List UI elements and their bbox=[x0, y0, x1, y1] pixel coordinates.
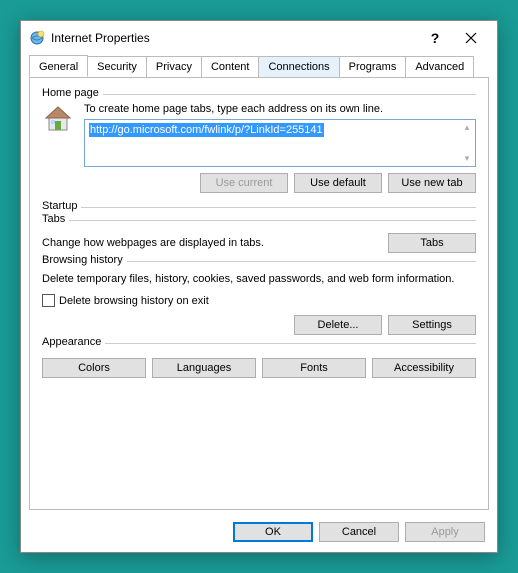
delete-button[interactable]: Delete... bbox=[294, 315, 382, 335]
general-panel: Home page To create home page tabs, type… bbox=[29, 77, 489, 510]
cancel-button[interactable]: Cancel bbox=[319, 522, 399, 542]
delete-on-exit-checkbox[interactable] bbox=[42, 294, 55, 307]
apply-button: Apply bbox=[405, 522, 485, 542]
close-button[interactable] bbox=[453, 32, 489, 44]
homepage-legend: Home page bbox=[42, 87, 103, 99]
tabs-group: Tabs Change how webpages are displayed i… bbox=[42, 220, 476, 253]
homepage-url-input[interactable]: http://go.microsoft.com/fwlink/p/?LinkId… bbox=[84, 119, 476, 167]
scroll-down-icon[interactable]: ▾ bbox=[465, 153, 470, 164]
url-scrollbar[interactable]: ▴ ▾ bbox=[459, 120, 475, 166]
dialog-footer: OK Cancel Apply bbox=[21, 516, 497, 552]
tab-advanced[interactable]: Advanced bbox=[405, 56, 474, 78]
scroll-up-icon[interactable]: ▴ bbox=[465, 122, 470, 133]
tab-privacy[interactable]: Privacy bbox=[146, 56, 202, 78]
tab-programs[interactable]: Programs bbox=[339, 56, 407, 78]
use-new-tab-button[interactable]: Use new tab bbox=[388, 173, 476, 193]
startup-group: Startup bbox=[42, 207, 476, 212]
use-default-button[interactable]: Use default bbox=[294, 173, 382, 193]
languages-button[interactable]: Languages bbox=[152, 358, 256, 378]
history-settings-button[interactable]: Settings bbox=[388, 315, 476, 335]
tab-strip: General Security Privacy Content Connect… bbox=[21, 55, 497, 77]
browsing-history-group: Browsing history Delete temporary files,… bbox=[42, 261, 476, 335]
help-button[interactable]: ? bbox=[417, 30, 453, 46]
house-icon bbox=[42, 103, 74, 138]
internet-properties-window: Internet Properties ? General Security P… bbox=[20, 20, 498, 553]
colors-button[interactable]: Colors bbox=[42, 358, 146, 378]
history-legend: Browsing history bbox=[42, 254, 127, 266]
history-desc: Delete temporary files, history, cookies… bbox=[42, 272, 476, 286]
use-current-button: Use current bbox=[200, 173, 288, 193]
accessibility-button[interactable]: Accessibility bbox=[372, 358, 476, 378]
ok-button[interactable]: OK bbox=[233, 522, 313, 542]
window-title: Internet Properties bbox=[51, 31, 417, 45]
tabs-desc: Change how webpages are displayed in tab… bbox=[42, 237, 380, 249]
homepage-group: Home page To create home page tabs, type… bbox=[42, 94, 476, 193]
homepage-url-text: http://go.microsoft.com/fwlink/p/?LinkId… bbox=[89, 123, 324, 137]
titlebar: Internet Properties ? bbox=[21, 21, 497, 53]
appearance-group: Appearance Colors Languages Fonts Access… bbox=[42, 343, 476, 378]
tab-content[interactable]: Content bbox=[201, 56, 260, 78]
fonts-button[interactable]: Fonts bbox=[262, 358, 366, 378]
tabs-legend: Tabs bbox=[42, 213, 69, 225]
delete-on-exit-label: Delete browsing history on exit bbox=[59, 295, 209, 307]
appearance-legend: Appearance bbox=[42, 336, 105, 348]
tab-connections[interactable]: Connections bbox=[258, 56, 339, 78]
startup-legend: Startup bbox=[42, 200, 81, 212]
tab-security[interactable]: Security bbox=[87, 56, 147, 78]
internet-options-icon bbox=[29, 30, 45, 46]
homepage-desc: To create home page tabs, type each addr… bbox=[84, 103, 476, 115]
tab-general[interactable]: General bbox=[29, 55, 88, 77]
tabs-button[interactable]: Tabs bbox=[388, 233, 476, 253]
